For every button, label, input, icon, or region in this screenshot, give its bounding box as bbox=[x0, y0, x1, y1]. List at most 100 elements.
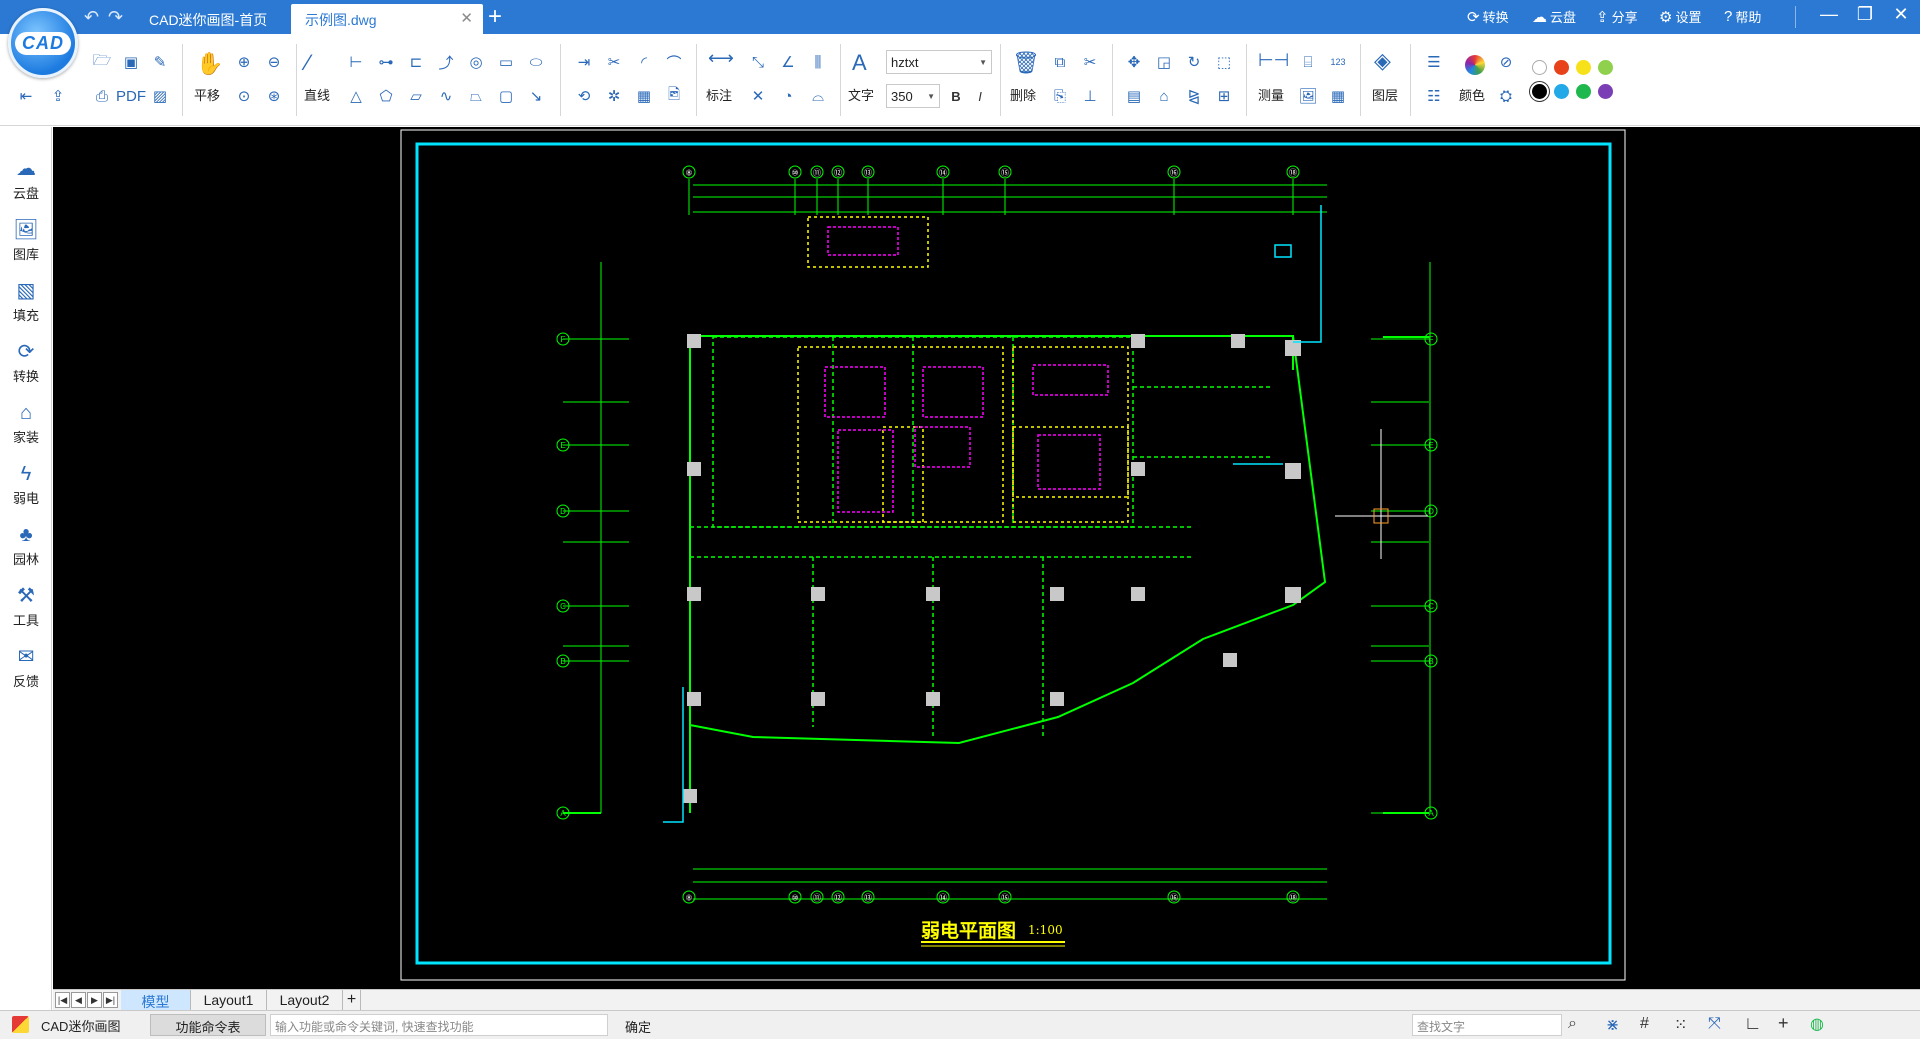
lineweight-icon[interactable]: ☰ bbox=[1422, 50, 1446, 74]
trim-icon[interactable]: ✂ bbox=[602, 50, 626, 74]
paste-icon[interactable]: ⎘ bbox=[1048, 84, 1072, 108]
sidebar-item-convert[interactable]: ⟳ 转换 bbox=[0, 330, 52, 386]
globe-icon[interactable]: ◍ bbox=[1810, 1014, 1824, 1034]
ellipse-icon[interactable]: ⬭ bbox=[524, 50, 548, 74]
numbering-icon[interactable]: 123 bbox=[1326, 50, 1350, 74]
copy-icon[interactable]: ⧉ bbox=[1048, 50, 1072, 74]
minimize-icon[interactable]: — bbox=[1812, 4, 1846, 25]
line-icon[interactable]: ⁄ bbox=[306, 50, 310, 76]
save-icon[interactable]: ▣ bbox=[119, 50, 143, 74]
sidebar-item-home[interactable]: ⌂ 家装 bbox=[0, 391, 52, 447]
color-swatch[interactable] bbox=[1532, 60, 1547, 75]
snap-icon[interactable]: ⋇ bbox=[1606, 1015, 1619, 1035]
polyline-icon[interactable]: ⊢ bbox=[344, 50, 368, 74]
multiline-icon[interactable]: ⊶ bbox=[374, 50, 398, 74]
zoom-window-icon[interactable]: ⊛ bbox=[262, 84, 286, 108]
picture-icon[interactable]: 🖼 bbox=[1296, 84, 1320, 108]
open-folder-icon[interactable]: 🗁 bbox=[90, 50, 114, 74]
font-select[interactable]: hztxt ▼ bbox=[886, 50, 992, 74]
crosshair-icon[interactable]: + bbox=[1778, 1013, 1789, 1034]
sidebar-item-fill[interactable]: ▧ 填充 bbox=[0, 269, 52, 325]
prev-layout-icon[interactable]: ◀ bbox=[71, 992, 86, 1008]
pan-icon[interactable]: ✋ bbox=[196, 51, 223, 77]
curve-icon[interactable]: ∿ bbox=[434, 84, 458, 108]
extend-icon[interactable]: ⇥ bbox=[572, 50, 596, 74]
color-swatch[interactable] bbox=[1598, 60, 1613, 75]
image-export-icon[interactable]: ▨ bbox=[148, 84, 172, 108]
dimension-icon[interactable]: ⟷ bbox=[708, 48, 734, 69]
stamp-icon[interactable]: ⊥ bbox=[1078, 84, 1102, 108]
color-swatch[interactable] bbox=[1576, 60, 1591, 75]
first-layout-icon[interactable]: |◀ bbox=[55, 992, 70, 1008]
cut-icon[interactable]: ✂ bbox=[1078, 50, 1102, 74]
color-swatch[interactable] bbox=[1532, 84, 1547, 99]
add-layout-button[interactable]: + bbox=[343, 990, 361, 1011]
offset-icon[interactable]: ⌂ bbox=[1152, 84, 1176, 108]
search-text-input[interactable]: 查找文字 bbox=[1412, 1014, 1562, 1036]
save-as-icon[interactable]: ✎ bbox=[148, 50, 172, 74]
italic-button[interactable]: I bbox=[968, 84, 992, 108]
sidebar-item-garden[interactable]: ♣ 园林 bbox=[0, 513, 52, 569]
tab-layout2[interactable]: Layout2 bbox=[267, 990, 343, 1011]
app-logo[interactable]: CAD bbox=[8, 8, 78, 78]
gear-block-icon[interactable]: ✲ bbox=[602, 84, 626, 108]
color-swatch[interactable] bbox=[1554, 60, 1569, 75]
cloud-button[interactable]: ☁ 云盘 bbox=[1532, 7, 1576, 26]
dimension-label[interactable]: 标注 bbox=[706, 85, 732, 104]
zoom-in-icon[interactable]: ⊕ bbox=[232, 50, 256, 74]
last-layout-icon[interactable]: ▶| bbox=[103, 992, 118, 1008]
block-icon[interactable]: ▤ bbox=[1122, 84, 1146, 108]
measure-icon[interactable]: ⊢⊣ bbox=[1258, 50, 1289, 71]
table-icon[interactable]: ▦ bbox=[1326, 84, 1350, 108]
color-swatch[interactable] bbox=[1598, 84, 1613, 99]
pan-label[interactable]: 平移 bbox=[194, 85, 220, 104]
redo-icon[interactable]: ↷ bbox=[108, 7, 123, 28]
sidebar-item-cloud[interactable]: ☁ 云盘 bbox=[0, 147, 52, 203]
move-icon[interactable]: ✥ bbox=[1122, 50, 1146, 74]
close-window-icon[interactable]: ✕ bbox=[1884, 4, 1918, 25]
baseline-dim-icon[interactable]: ⫼ bbox=[806, 50, 830, 74]
confirm-button[interactable]: 确定 bbox=[612, 1014, 664, 1036]
sidebar-item-tools[interactable]: ⚒ 工具 bbox=[0, 574, 52, 630]
rounded-rect-icon[interactable]: ▢ bbox=[494, 84, 518, 108]
color-label[interactable]: 颜色 bbox=[1459, 85, 1485, 104]
rotate-block-icon[interactable]: ⟲ bbox=[572, 84, 596, 108]
area-icon[interactable]: ⌸ bbox=[1296, 50, 1320, 74]
hatch-icon[interactable]: ▦ bbox=[632, 84, 656, 108]
dot-grid-icon[interactable]: ⁙ bbox=[1674, 1015, 1687, 1035]
sidebar-item-feedback[interactable]: ✉ 反馈 bbox=[0, 635, 52, 691]
pentagon-icon[interactable]: ⬠ bbox=[374, 84, 398, 108]
ortho-icon[interactable]: ∟ bbox=[1744, 1013, 1762, 1034]
zoom-out-icon[interactable]: ⊖ bbox=[262, 50, 286, 74]
share-button[interactable]: ⇪ 分享 bbox=[1596, 7, 1638, 26]
parallelogram-icon[interactable]: ▱ bbox=[404, 84, 428, 108]
circle-icon[interactable]: ◎ bbox=[464, 50, 488, 74]
search-icon[interactable]: ⌕ bbox=[1568, 1015, 1577, 1033]
trash-icon[interactable]: 🗑 bbox=[1012, 50, 1040, 76]
array-icon[interactable]: ⬚ bbox=[1212, 50, 1236, 74]
pdf-icon[interactable]: PDF bbox=[116, 84, 146, 108]
linetype-icon[interactable]: ☷ bbox=[1422, 84, 1446, 108]
settings-button[interactable]: ⚙ 设置 bbox=[1659, 7, 1701, 26]
break-icon[interactable]: ⌒ bbox=[662, 50, 686, 74]
line-label[interactable]: 直线 bbox=[304, 85, 330, 104]
triangle-icon[interactable]: △ bbox=[344, 84, 368, 108]
measure-label[interactable]: 测量 bbox=[1258, 85, 1284, 104]
convert-button[interactable]: ⟳ 转换 bbox=[1467, 7, 1509, 26]
close-icon[interactable]: ✕ bbox=[460, 9, 473, 27]
match-prop-icon[interactable]: ⊘ bbox=[1494, 50, 1518, 74]
explode-icon[interactable]: ⊞ bbox=[1212, 84, 1236, 108]
tab-model[interactable]: 模型 bbox=[121, 990, 191, 1011]
brush-icon[interactable]: ⛭ bbox=[1494, 84, 1518, 108]
leader-icon[interactable]: ✕ bbox=[746, 84, 770, 108]
delete-label[interactable]: 删除 bbox=[1010, 85, 1036, 104]
help-button[interactable]: ? 帮助 bbox=[1724, 7, 1761, 26]
undo-icon[interactable]: ↶ bbox=[84, 7, 99, 28]
layer-label[interactable]: 图层 bbox=[1372, 85, 1398, 104]
color-swatch[interactable] bbox=[1554, 84, 1569, 99]
grid-icon[interactable]: # bbox=[1640, 1015, 1649, 1033]
angle-dim-icon[interactable]: ∠ bbox=[776, 50, 800, 74]
zoom-extent-icon[interactable]: ⊙ bbox=[232, 84, 256, 108]
radius-dim-icon[interactable]: ◔ bbox=[776, 84, 800, 108]
arc-dim-icon[interactable]: ⌓ bbox=[806, 84, 830, 108]
